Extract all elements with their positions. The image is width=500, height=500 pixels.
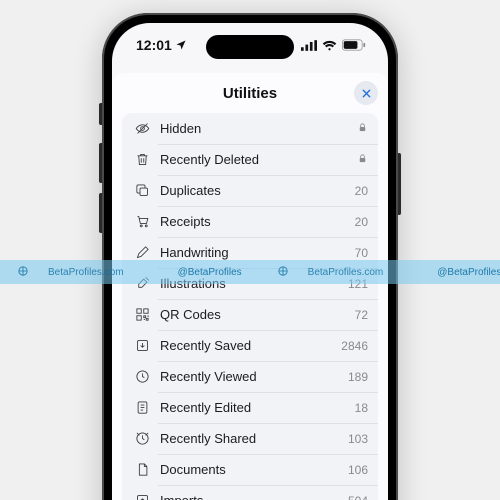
cellular-icon <box>301 40 317 51</box>
cart-icon <box>132 214 152 229</box>
row-receipts[interactable]: Receipts20 <box>122 206 378 237</box>
row-recently-edited[interactable]: Recently Edited18 <box>122 392 378 423</box>
phone-frame: 12:01 Utilities Hidden Recently Deleted Du… <box>102 13 398 500</box>
row-label: Recently Shared <box>160 431 348 446</box>
lock-icon <box>357 153 368 167</box>
close-icon <box>361 88 372 99</box>
row-label: Documents <box>160 462 348 477</box>
row-count: 189 <box>348 370 368 384</box>
row-count: 18 <box>355 401 368 415</box>
row-count: 72 <box>355 308 368 322</box>
trash-icon <box>132 152 152 167</box>
row-label: Receipts <box>160 214 355 229</box>
row-imports[interactable]: Imports504 <box>122 485 378 500</box>
row-count: 2846 <box>341 339 368 353</box>
lock-icon <box>357 122 368 136</box>
sheet-title: Utilities <box>223 85 277 102</box>
row-label: Recently Saved <box>160 338 341 353</box>
eye-slash-icon <box>132 121 152 136</box>
qrcode-icon <box>132 307 152 322</box>
dynamic-island <box>206 35 294 59</box>
status-time: 12:01 <box>136 37 172 53</box>
location-icon <box>175 39 187 51</box>
row-count: 504 <box>348 494 368 500</box>
row-label: QR Codes <box>160 307 355 322</box>
utilities-list: HiddenRecently DeletedDuplicates20Receip… <box>122 113 378 500</box>
utilities-sheet: Utilities Hidden Recently Deleted Duplicat… <box>112 73 388 500</box>
watermark-strip: BetaProfiles.com @BetaProfiles BetaProfi… <box>0 260 500 284</box>
wifi-icon <box>322 40 337 51</box>
clock-icon <box>132 369 152 384</box>
share-clock-icon <box>132 431 152 446</box>
row-label: Recently Deleted <box>160 152 357 167</box>
row-count: 103 <box>348 432 368 446</box>
row-recently-deleted[interactable]: Recently Deleted <box>122 144 378 175</box>
row-recently-saved[interactable]: Recently Saved2846 <box>122 330 378 361</box>
row-recently-shared[interactable]: Recently Shared103 <box>122 423 378 454</box>
row-documents[interactable]: Documents106 <box>122 454 378 485</box>
row-label: Handwriting <box>160 245 355 260</box>
row-label: Imports <box>160 493 348 500</box>
pencil-icon <box>132 245 152 260</box>
row-duplicates[interactable]: Duplicates20 <box>122 175 378 206</box>
edit-doc-icon <box>132 400 152 415</box>
row-label: Recently Edited <box>160 400 355 415</box>
close-button[interactable] <box>354 81 378 105</box>
row-label: Hidden <box>160 121 357 136</box>
row-count: 20 <box>355 184 368 198</box>
battery-icon <box>342 39 366 51</box>
import-icon <box>132 493 152 500</box>
row-qr-codes[interactable]: QR Codes72 <box>122 299 378 330</box>
row-hidden[interactable]: Hidden <box>122 113 378 144</box>
row-recently-viewed[interactable]: Recently Viewed189 <box>122 361 378 392</box>
duplicate-icon <box>132 183 152 198</box>
download-icon <box>132 338 152 353</box>
row-count: 70 <box>355 246 368 260</box>
row-label: Recently Viewed <box>160 369 348 384</box>
row-count: 106 <box>348 463 368 477</box>
document-icon <box>132 462 152 477</box>
row-label: Duplicates <box>160 183 355 198</box>
row-count: 20 <box>355 215 368 229</box>
